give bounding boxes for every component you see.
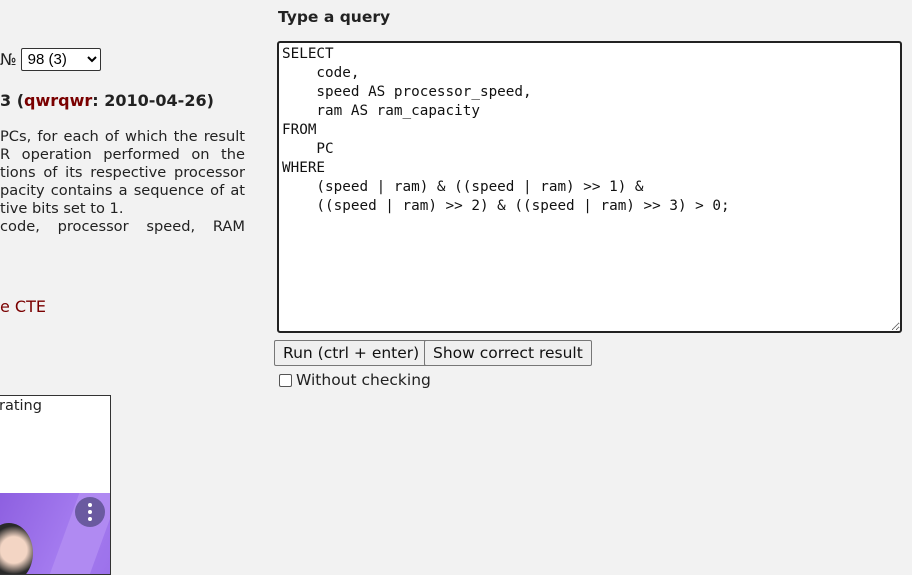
without-checking-checkbox[interactable] xyxy=(279,373,292,387)
task-line: code, processor speed, RAM xyxy=(0,218,245,235)
author-date: : 2010-04-26) xyxy=(92,91,214,110)
number-sign-label: № xyxy=(0,50,17,69)
query-editor[interactable]: SELECT code, speed AS processor_speed, r… xyxy=(277,41,902,333)
task-line: tions of its respective processor xyxy=(0,164,245,181)
task-number-row: № 98 (3) xyxy=(0,48,101,71)
task-number-select[interactable]: 98 (3) xyxy=(20,48,101,71)
author-prefix: 3 ( xyxy=(0,91,25,110)
task-author-line: 3 (qwrqwr: 2010-04-26) xyxy=(0,91,214,110)
task-line: PCs, for each of which the result xyxy=(0,128,245,145)
cte-link[interactable]: e CTE xyxy=(0,297,46,316)
task-line: R operation performed on the xyxy=(0,146,245,163)
author-link[interactable]: qwrqwr xyxy=(24,91,92,110)
without-checking-row[interactable]: Without checking xyxy=(279,371,431,389)
task-line: pacity contains a sequence of at xyxy=(0,182,245,199)
without-checking-label[interactable]: Without checking xyxy=(296,371,431,389)
task-description: PCs, for each of which the result R oper… xyxy=(0,128,245,236)
run-button[interactable]: Run (ctrl + enter) xyxy=(274,340,429,366)
more-options-icon[interactable] xyxy=(75,497,105,527)
task-line: tive bits set to 1. xyxy=(0,200,124,217)
query-title: Type a query xyxy=(278,8,391,26)
ad-panel: rating xyxy=(0,395,111,575)
show-correct-result-button[interactable]: Show correct result xyxy=(424,340,592,366)
ad-rating-text: rating xyxy=(0,398,42,414)
ad-person-image xyxy=(0,523,33,574)
